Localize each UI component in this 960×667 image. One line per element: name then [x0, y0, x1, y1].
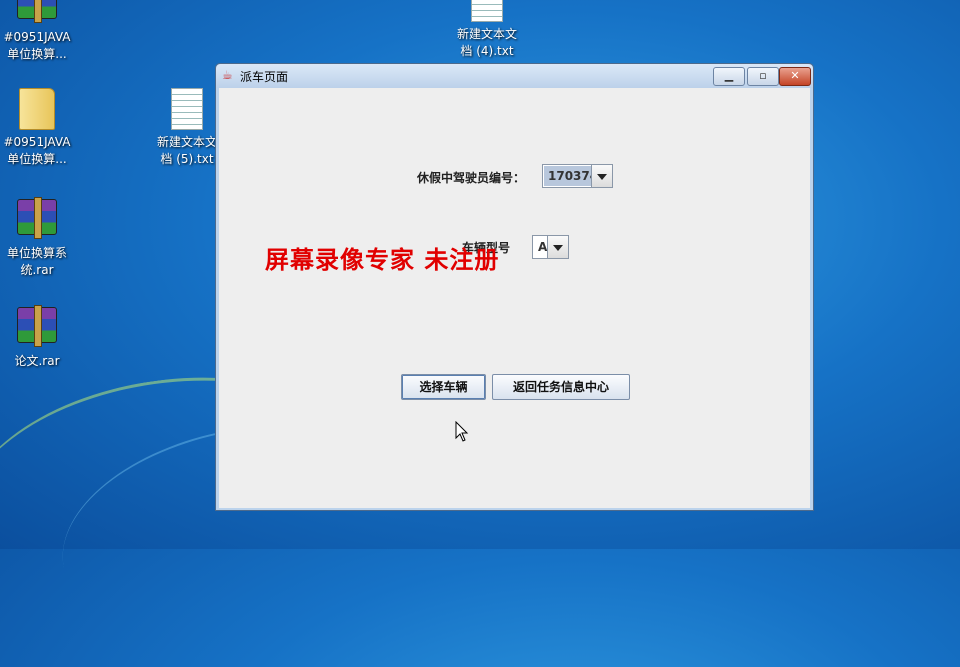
desktop-icon-unit-rar[interactable]: 单位换算系 统.rar	[0, 194, 77, 279]
select-vehicle-button[interactable]: 选择车辆	[401, 374, 486, 400]
chevron-down-icon[interactable]	[591, 165, 612, 187]
desktop-icon-label: 新建文本文 档 (4).txt	[456, 27, 517, 58]
minimize-button[interactable]: ▁	[713, 67, 745, 86]
java-app-icon: ☕	[222, 68, 233, 82]
window-title: 派车页面	[240, 70, 289, 84]
vehicle-model-dropdown[interactable]: A	[532, 235, 569, 259]
return-task-center-button[interactable]: 返回任务信息中心	[492, 374, 630, 400]
rar-archive-icon	[15, 305, 59, 351]
text-file-icon	[165, 88, 209, 132]
text-file-icon	[465, 0, 509, 24]
folder-icon	[15, 88, 59, 132]
driver-id-dropdown[interactable]: 170374	[542, 164, 613, 188]
desktop-icon-label: #0951JAVA 单位换算...	[3, 135, 71, 166]
window-titlebar[interactable]: ☕ 派车页面 ▁ ▫ ✕	[216, 64, 813, 88]
desktop-icon-thesis-rar[interactable]: 论文.rar	[0, 302, 77, 370]
maximize-button[interactable]: ▫	[747, 67, 779, 86]
close-button[interactable]: ✕	[779, 67, 811, 86]
desktop-icon-java-folder[interactable]: #0951JAVA 单位换算...	[0, 86, 77, 168]
screen-recorder-watermark: 屏幕录像专家 未注册	[265, 245, 500, 274]
window-content: 休假中驾驶员编号： 170374 车辆型号 A 选择车辆 返回任务信息中心	[219, 88, 810, 508]
rar-archive-icon	[15, 0, 59, 27]
desktop-icon-text-4[interactable]: 新建文本文 档 (4).txt	[447, 0, 527, 60]
driver-id-label: 休假中驾驶员编号：	[417, 171, 526, 185]
desktop-icon-label: #0951JAVA 单位换算...	[3, 30, 71, 61]
desktop-icon-java-rar[interactable]: #0951JAVA 单位换算...	[0, 0, 77, 63]
desktop-icon-label: 单位换算系 统.rar	[6, 246, 67, 277]
chevron-down-icon[interactable]	[547, 236, 568, 258]
rar-archive-icon	[15, 197, 59, 243]
dispatch-window: ☕ 派车页面 ▁ ▫ ✕ 休假中驾驶员编号： 170374 车辆型号 A 选择车…	[215, 63, 814, 511]
desktop-icon-label: 论文.rar	[14, 354, 60, 368]
